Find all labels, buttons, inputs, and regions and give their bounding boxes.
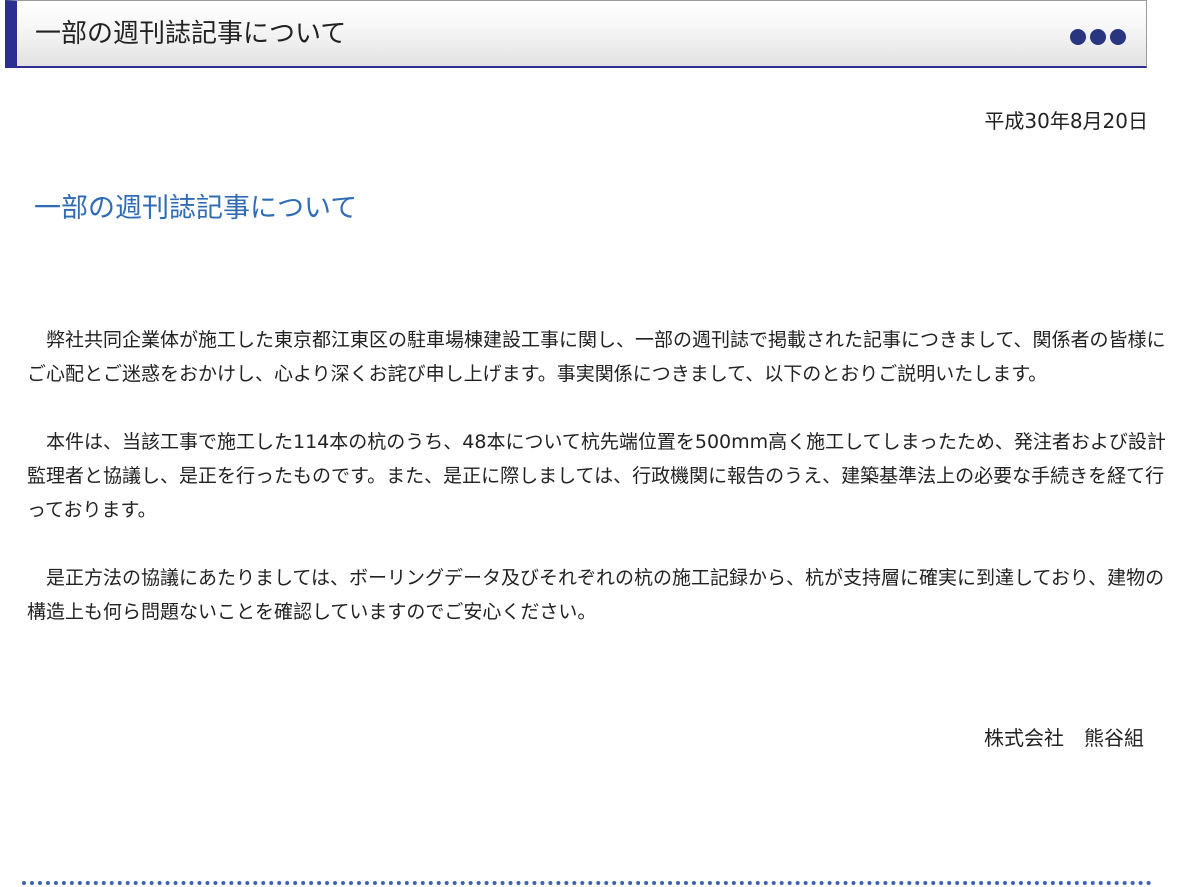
dot-3 <box>1110 29 1126 45</box>
paragraph: 是正方法の協議にあたりましては、ボーリングデータ及びそれぞれの杭の施工記録から、… <box>27 567 1165 623</box>
header-title: 一部の週刊誌記事について <box>35 19 347 49</box>
dotted-divider <box>22 881 1152 885</box>
page-header-bar: 一部の週刊誌記事について <box>5 0 1147 68</box>
publish-date: 平成30年8月20日 <box>984 109 1148 133</box>
company-signature: 株式会社 熊谷組 <box>984 726 1144 750</box>
paragraph: 弊社共同企業体が施工した東京都江東区の駐車場棟建設工事に関し、一部の週刊誌で掲載… <box>27 329 1166 385</box>
article-title: 一部の週刊誌記事について <box>34 193 358 224</box>
paragraph: 本件は、当該工事で施工した114本の杭のうち、48本について杭先端位置を500m… <box>27 431 1166 521</box>
dot-1 <box>1070 29 1086 45</box>
dot-2 <box>1090 29 1106 45</box>
article-body: 弊社共同企業体が施工した東京都江東区の駐車場棟建設工事に関し、一部の週刊誌で掲載… <box>27 323 1167 663</box>
three-dots-icon[interactable] <box>1070 29 1128 45</box>
